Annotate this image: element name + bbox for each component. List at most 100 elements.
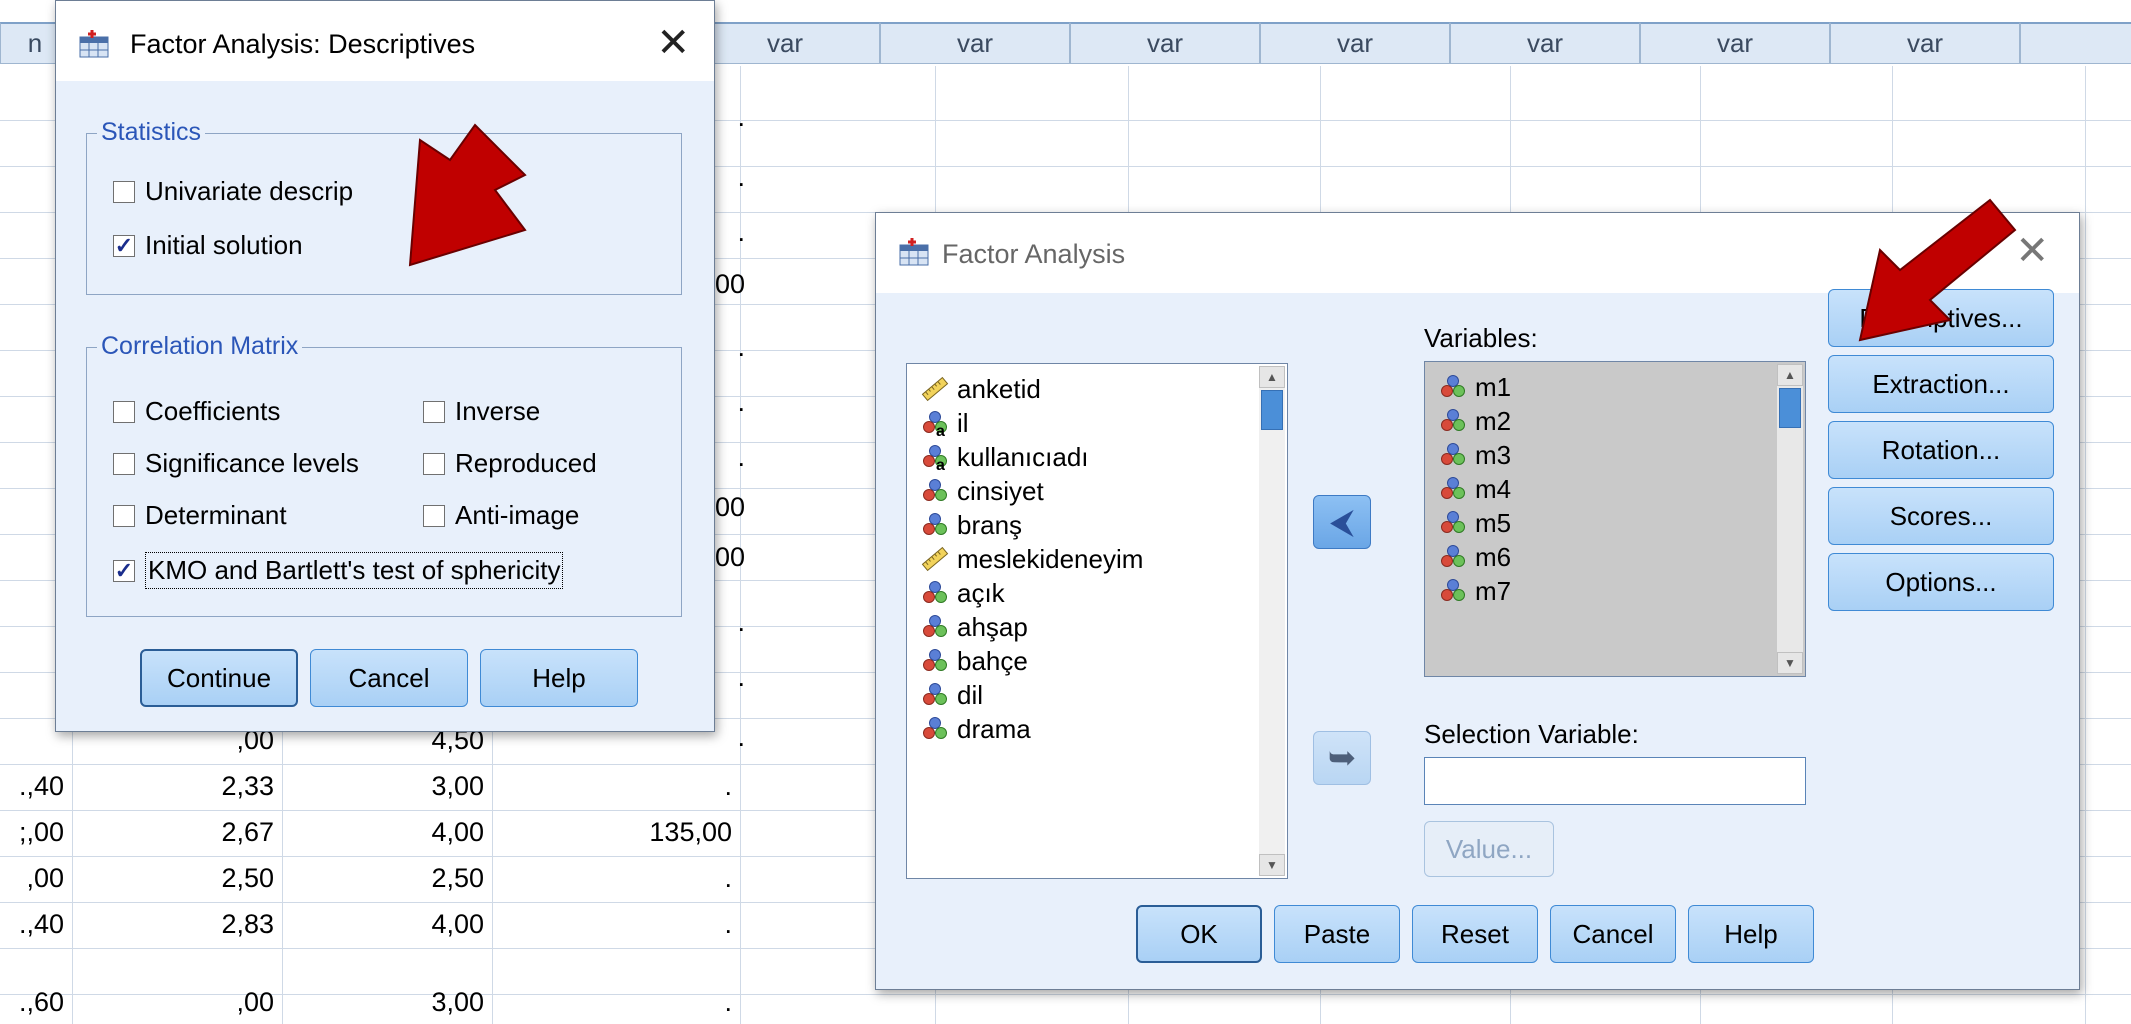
antiimage-checkbox-row[interactable]: Anti-image [423, 500, 579, 531]
cell[interactable]: 2,50 [282, 856, 492, 900]
initial-solution-checkbox[interactable]: ✓ [113, 233, 135, 258]
determinant-checkbox-row[interactable]: Determinant [113, 500, 287, 531]
cell[interactable]: . [715, 210, 745, 254]
cell[interactable]: . [715, 325, 745, 369]
variable-list-item[interactable]: meslekideneyim [921, 542, 1143, 576]
variable-list-item[interactable]: anketid [921, 372, 1041, 406]
scroll-down-icon[interactable]: ▼ [1777, 652, 1803, 674]
antiimage-checkbox[interactable] [423, 504, 445, 527]
cell[interactable]: 00 [715, 485, 755, 529]
cell[interactable]: 3,00 [282, 764, 492, 808]
reproduced-checkbox[interactable] [423, 452, 445, 475]
scroll-thumb[interactable] [1779, 388, 1801, 428]
cell[interactable]: . [715, 155, 745, 199]
selected-variable-item[interactable]: m4 [1439, 472, 1511, 506]
variable-list-item[interactable]: cinsiyet [921, 474, 1044, 508]
paste-button[interactable]: Paste [1274, 905, 1400, 963]
cell[interactable]: 135,00 [492, 810, 740, 854]
source-variable-list[interactable]: anketid a il a kullanıcıadı cinsiyet branş mesl… [906, 363, 1288, 879]
column-header-var[interactable]: var [880, 22, 1070, 64]
cell[interactable]: . [715, 600, 745, 644]
column-header-partial-right[interactable] [2020, 22, 2131, 64]
inverse-checkbox[interactable] [423, 400, 445, 423]
variables-list-scrollbar[interactable]: ▲ ▼ [1777, 364, 1803, 674]
variable-list-item[interactable]: a il [921, 406, 969, 440]
cell[interactable]: 2,67 [72, 810, 282, 854]
column-header-var[interactable]: var [1830, 22, 2020, 64]
coefficients-checkbox[interactable] [113, 400, 135, 423]
variable-list-item[interactable]: a kullanıcıadı [921, 440, 1089, 474]
cell[interactable]: . [715, 380, 745, 424]
move-to-selection-button[interactable]: ➥ [1313, 731, 1371, 785]
significance-checkbox-row[interactable]: Significance levels [113, 448, 359, 479]
cell[interactable]: 3,00 [282, 980, 492, 1024]
column-header-var[interactable]: var [1640, 22, 1830, 64]
selected-variable-item[interactable]: m3 [1439, 438, 1511, 472]
cell[interactable]: 00 [715, 535, 755, 579]
cell[interactable]: ,00 [72, 980, 282, 1024]
coefficients-checkbox-row[interactable]: Coefficients [113, 396, 280, 427]
variable-list-item[interactable]: branş [921, 508, 1022, 542]
cell[interactable]: . [715, 435, 745, 479]
rotation-button[interactable]: Rotation... [1828, 421, 2054, 479]
selected-variables-list[interactable]: m1 m2 m3 m4 m5 m6 m7 ▲ ▼ [1424, 361, 1806, 677]
selected-variable-item[interactable]: m1 [1439, 370, 1511, 404]
variable-list-item[interactable]: açık [921, 576, 1005, 610]
scroll-up-icon[interactable]: ▲ [1777, 364, 1803, 386]
scroll-up-icon[interactable]: ▲ [1259, 366, 1285, 388]
kmo-checkbox[interactable]: ✓ [113, 558, 135, 583]
cell[interactable]: ;,00 [0, 810, 72, 854]
cell[interactable]: . [492, 764, 740, 808]
selected-variable-item[interactable]: m2 [1439, 404, 1511, 438]
scroll-down-icon[interactable]: ▼ [1259, 854, 1285, 876]
determinant-checkbox[interactable] [113, 504, 135, 527]
cell[interactable]: .,40 [0, 902, 72, 946]
selected-variable-item[interactable]: m6 [1439, 540, 1511, 574]
move-to-variables-button[interactable]: ⮜ [1313, 495, 1371, 549]
selected-variable-item[interactable]: m7 [1439, 574, 1511, 608]
univariate-checkbox-row[interactable]: Univariate descrip [113, 176, 353, 207]
cell[interactable]: . [492, 902, 740, 946]
options-button[interactable]: Options... [1828, 553, 2054, 611]
variable-list-item[interactable]: drama [921, 712, 1031, 746]
extraction-button[interactable]: Extraction... [1828, 355, 2054, 413]
selection-variable-field[interactable] [1424, 757, 1806, 805]
selected-variable-item[interactable]: m5 [1439, 506, 1511, 540]
cell[interactable]: . [715, 715, 745, 759]
cancel-button[interactable]: Cancel [1550, 905, 1676, 963]
cell[interactable]: 4,00 [282, 902, 492, 946]
help-button[interactable]: Help [1688, 905, 1814, 963]
column-header-var[interactable]: var [690, 22, 880, 64]
cancel-button[interactable]: Cancel [310, 649, 468, 707]
initial-solution-checkbox-row[interactable]: ✓ Initial solution [113, 230, 303, 261]
source-list-scrollbar[interactable]: ▲ ▼ [1259, 366, 1285, 876]
cell[interactable]: 2,83 [72, 902, 282, 946]
cell[interactable]: 2,33 [72, 764, 282, 808]
close-icon[interactable]: ✕ [2015, 231, 2049, 271]
cell[interactable]: . [715, 655, 745, 699]
cell[interactable]: 00 [715, 262, 755, 306]
scroll-thumb[interactable] [1261, 390, 1283, 430]
column-header-var[interactable]: var [1450, 22, 1640, 64]
cell[interactable]: ,00 [0, 856, 72, 900]
cell[interactable]: .,60 [0, 980, 72, 1024]
cell[interactable]: . [492, 980, 740, 1024]
reset-button[interactable]: Reset [1412, 905, 1538, 963]
scores-button[interactable]: Scores... [1828, 487, 2054, 545]
variable-list-item[interactable]: dil [921, 678, 983, 712]
cell[interactable]: . [715, 95, 745, 139]
univariate-checkbox[interactable] [113, 180, 135, 203]
column-header-var[interactable]: var [1070, 22, 1260, 64]
continue-button[interactable]: Continue [140, 649, 298, 707]
significance-checkbox[interactable] [113, 452, 135, 475]
variable-list-item[interactable]: ahşap [921, 610, 1028, 644]
cell[interactable]: 2,50 [72, 856, 282, 900]
cell[interactable]: 4,00 [282, 810, 492, 854]
column-header-var[interactable]: var [1260, 22, 1450, 64]
help-button[interactable]: Help [480, 649, 638, 707]
kmo-checkbox-row[interactable]: ✓ KMO and Bartlett's test of sphericity [113, 552, 564, 589]
cell[interactable]: .,40 [0, 764, 72, 808]
cell[interactable]: . [492, 856, 740, 900]
variable-list-item[interactable]: bahçe [921, 644, 1028, 678]
ok-button[interactable]: OK [1136, 905, 1262, 963]
